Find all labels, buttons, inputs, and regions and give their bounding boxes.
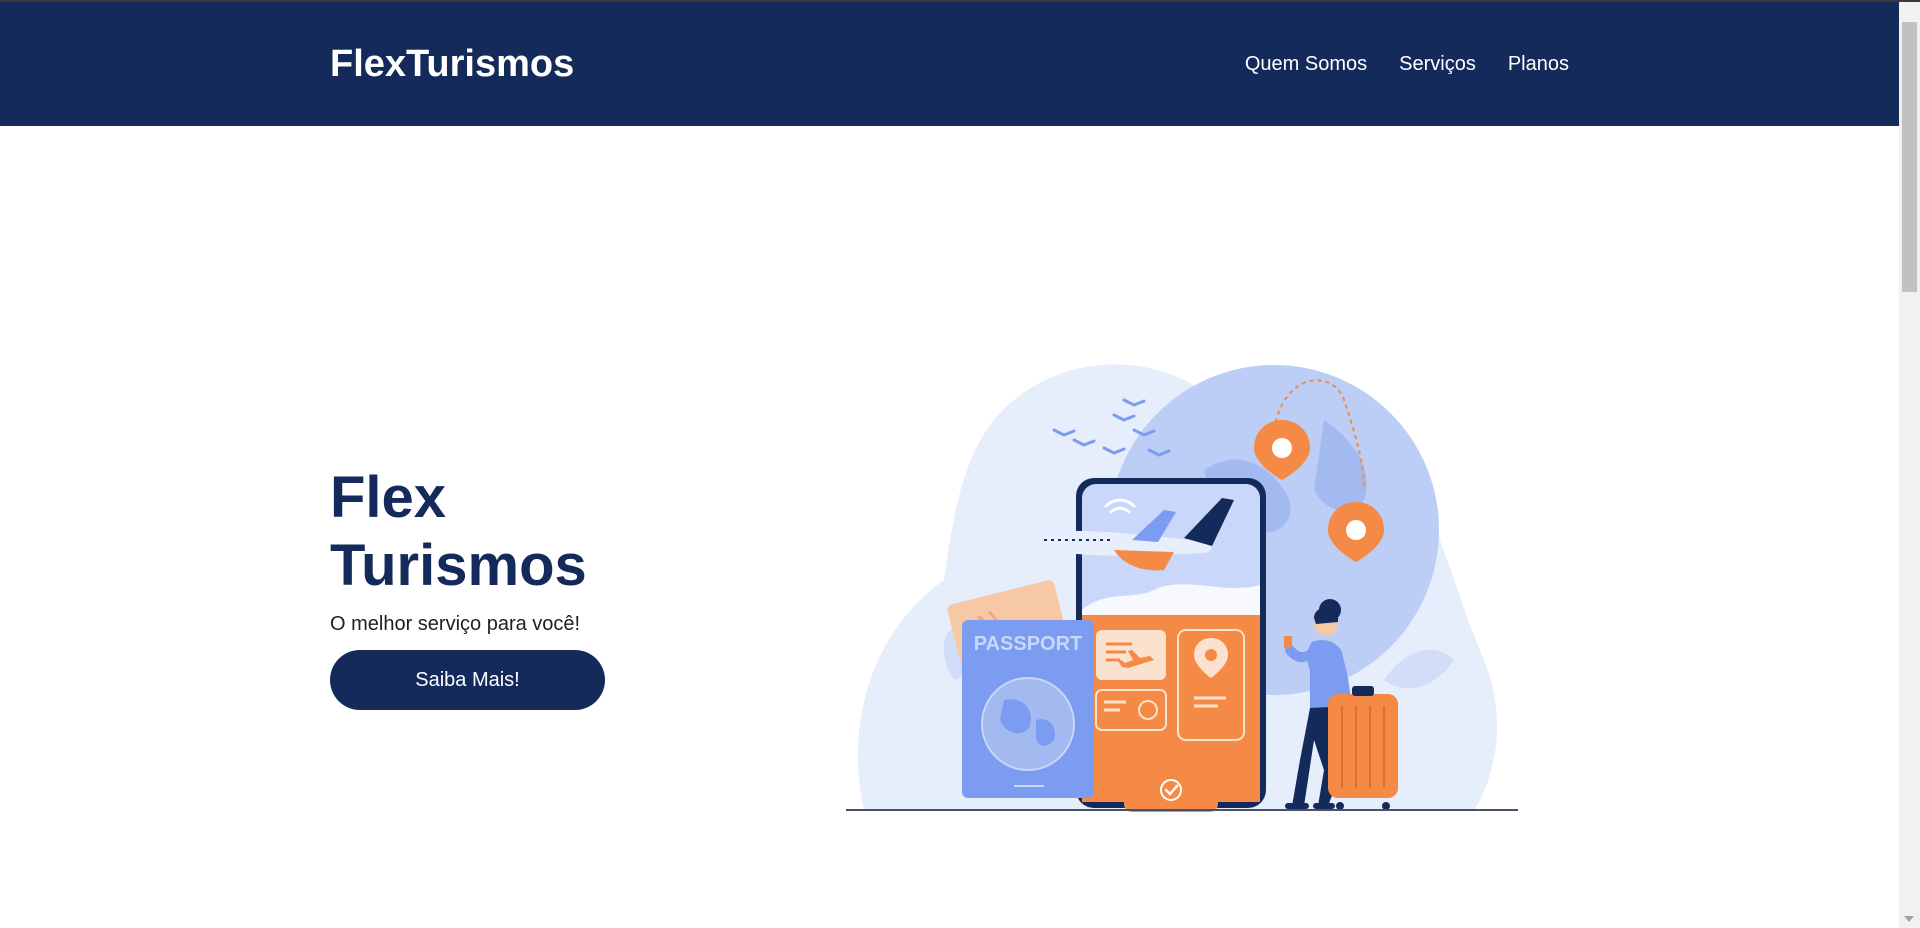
- saiba-mais-button[interactable]: Saiba Mais!: [330, 650, 605, 710]
- travel-illustration: PASSPORT: [846, 364, 1518, 812]
- hero-subtitle: O melhor serviço para você!: [330, 613, 581, 635]
- nav-link-servicos[interactable]: Serviços: [1399, 52, 1476, 76]
- main-nav: Quem Somos Serviços Planos: [1245, 52, 1569, 76]
- hero-title-line-1: Flex: [330, 465, 447, 530]
- scrollbar-thumb[interactable]: [1902, 22, 1917, 292]
- nav-link-planos[interactable]: Planos: [1508, 52, 1569, 76]
- hero-title: Flex Turismos: [330, 464, 650, 600]
- site-header: FlexTurismos Quem Somos Serviços Planos: [0, 2, 1899, 126]
- site-logo[interactable]: FlexTurismos: [330, 42, 574, 86]
- passport-label: PASSPORT: [974, 633, 1083, 655]
- hero-title-line-2: Turismos: [330, 533, 587, 598]
- page-scrollbar[interactable]: [1899, 2, 1920, 928]
- nav-link-quem-somos[interactable]: Quem Somos: [1245, 52, 1367, 76]
- scroll-down-arrow-icon[interactable]: [1904, 916, 1914, 922]
- suitcase-shape: [1328, 686, 1398, 810]
